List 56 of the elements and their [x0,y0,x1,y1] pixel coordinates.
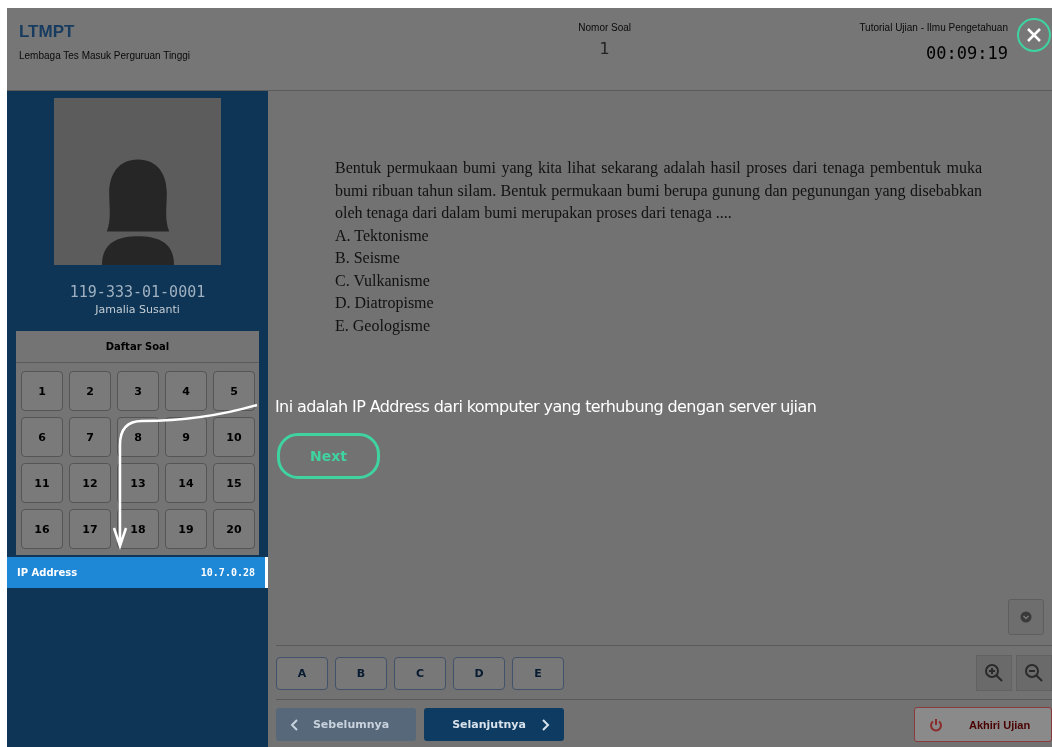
scroll-down-button[interactable] [1008,599,1044,635]
ip-value: 10.7.0.28 [200,567,255,578]
question-number-button[interactable]: 1 [21,371,63,411]
question-number-button[interactable]: 8 [117,417,159,457]
answer-button[interactable]: E [512,656,564,690]
chevron-left-icon [290,717,300,732]
zoom-out-icon [1024,663,1044,683]
question-number-button[interactable]: 11 [21,463,63,503]
tour-next-button[interactable]: Next [277,433,380,479]
question-number-button[interactable]: 18 [117,509,159,549]
question-number-button[interactable]: 5 [213,371,255,411]
next-question-button[interactable]: Selanjutnya [424,708,564,741]
question-number-button[interactable]: 3 [117,371,159,411]
tour-tooltip-text: Ini adalah IP Address dari komputer yang terhubung dengan server ujian [275,397,817,416]
question-number-button[interactable]: 13 [117,463,159,503]
question-list-title: Daftar Soal [16,331,259,363]
zoom-in-icon [984,663,1004,683]
question-number-button[interactable]: 7 [69,417,111,457]
candidate-name: Jamalia Susanti [95,303,180,316]
chevron-right-icon [540,717,550,732]
question-number-button[interactable]: 4 [165,371,207,411]
exam-title: Tutorial Ujian - Ilmu Pengetahuan [859,22,1008,33]
answer-option: E. Geologisme [335,314,982,337]
answer-option: C. Vulkanisme [335,269,982,292]
ip-label: IP Address [17,567,78,578]
timer: 00:09:19 [925,43,1008,63]
candidate-id: 119-333-01-0001 [69,283,206,301]
question-number-button[interactable]: 19 [165,509,207,549]
answer-button[interactable]: C [394,656,446,690]
close-icon [1026,27,1042,43]
question-number-button[interactable]: 2 [69,371,111,411]
question-label: Nomor Soal [578,22,632,33]
subtitle: Lembaga Tes Masuk Perguruan Tinggi [19,50,191,61]
question-number-button[interactable]: 12 [69,463,111,503]
question-number-button[interactable]: 16 [21,509,63,549]
end-exam-button[interactable]: Akhiri Ujian [914,707,1052,742]
question-number-button[interactable]: 6 [21,417,63,457]
power-icon [929,717,943,732]
logo-text: LTMPT [19,22,76,42]
answer-button[interactable]: D [453,656,505,690]
question-number: 1 [598,39,611,58]
answer-option: D. Diatropisme [335,292,982,315]
question-number-button[interactable]: 10 [213,417,255,457]
answer-button[interactable]: A [276,656,328,690]
question-number-button[interactable]: 9 [165,417,207,457]
answer-option: A. Tektonisme [335,224,982,247]
answer-button[interactable]: B [335,656,387,690]
question-number-button[interactable]: 15 [213,463,255,503]
chevron-down-icon [1020,611,1032,623]
question-number-button[interactable]: 17 [69,509,111,549]
question-number-button[interactable]: 14 [165,463,207,503]
answer-option: B. Seisme [335,247,982,270]
zoom-in-button[interactable] [976,655,1012,691]
zoom-out-button[interactable] [1016,655,1052,691]
question-text: Bentuk permukaan bumi yang kita lihat sekarang adalah hasil proses dari tenaga pembentuk muka bumi ribuan tahun silam. Bentuk permukaan bumi berupa gunung dan pegunungan yang disebabkan oleh tenaga dari dalam bumi merupakan proses dari tenaga .... [335,158,982,224]
question-number-button[interactable]: 20 [213,509,255,549]
